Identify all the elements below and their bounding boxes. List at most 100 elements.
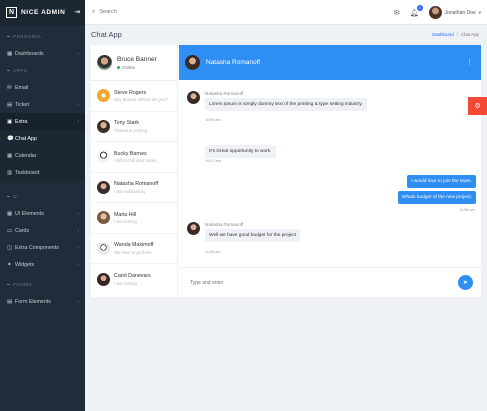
message-bubble: Well we have good budget for the project: [205, 229, 301, 242]
contact-message: I am coming: [114, 219, 137, 224]
dashboard-icon: ▦: [7, 50, 13, 57]
form-icon: ▤: [7, 298, 13, 305]
sidebar-item-label: Ticket: [15, 101, 29, 108]
bell-icon[interactable]: 🔔︎ 3: [410, 4, 423, 17]
conversation-name: Natasha Romanoff: [206, 59, 261, 66]
message-bubble: Lorem Ipsum is simply dummy text of the …: [205, 98, 367, 111]
sidebar-toggle-icon[interactable]: ⇥: [74, 8, 80, 16]
email-icon: ✉: [7, 84, 12, 91]
chevron-down-icon[interactable]: ▾: [479, 10, 481, 16]
sidebar-item-label: Chat App: [15, 135, 37, 142]
avatar: [97, 241, 110, 255]
list-item[interactable]: Carol Danevars I am coming: [91, 264, 177, 295]
chevron-right-icon: ›: [77, 298, 79, 305]
avatar[interactable]: [428, 6, 442, 19]
mail-icon[interactable]: ✉: [394, 9, 400, 17]
sidebar-item-dashboards[interactable]: ▦ Dashboards ›: [0, 45, 85, 62]
chevron-right-icon: ›: [77, 227, 79, 234]
sidebar-item-calendar[interactable]: ▦ Calendar: [0, 147, 85, 164]
nav-section-personal: PERSONAL: [0, 28, 85, 45]
user-name[interactable]: Jonathan Doe: [445, 10, 476, 16]
topbar-actions: ✉ 🔔︎ 3 Jonathan Doe ▾: [394, 4, 481, 21]
calendar-icon: ▦: [7, 152, 13, 159]
avatar: [97, 180, 110, 194]
taskboard-icon: ▥: [7, 169, 13, 176]
sidebar: N NICE ADMIN ⇥ PERSONAL ▦ Dashboards › A…: [0, 0, 85, 411]
current-user: Bruce Banner Online: [91, 45, 177, 81]
message-outgoing: Whats budget of the new project.: [397, 191, 476, 204]
chat-card: Bruce Banner Online Steve Rogers Hey Bann…: [91, 45, 481, 297]
sidebar-item-extra-components[interactable]: ◫ Extra Components ›: [0, 239, 85, 256]
list-item[interactable]: Tony Stark Thanos is coming: [91, 112, 177, 142]
list-item[interactable]: Steve Rogers Hey Banner, Where are you?: [91, 81, 177, 112]
search-icon[interactable]: ⌕: [92, 9, 95, 16]
components-icon: ◫: [7, 244, 13, 251]
message-bubble: It's Great opportunity to work.: [205, 145, 276, 158]
chat-icon: 💬: [7, 135, 14, 142]
current-user-name: Bruce Banner: [117, 55, 157, 63]
brand[interactable]: N NICE ADMIN ⇥: [0, 0, 85, 25]
message-time: 11:56 am: [205, 250, 221, 254]
breadcrumb-home-link[interactable]: Dashboard: [432, 32, 453, 37]
avatar: [97, 150, 110, 164]
contact-message: Hey Banner, Where are you?: [114, 97, 169, 102]
send-button[interactable]: ➤: [458, 275, 473, 290]
contact-name: Tony Stark: [114, 120, 140, 126]
contact-message: I am coming: [114, 280, 137, 286]
page-title: Chat App: [91, 30, 122, 39]
sidebar-item-label: Calendar: [15, 152, 37, 159]
avatar: [185, 55, 200, 70]
sidebar-item-ticket[interactable]: ▤ Ticket ›: [0, 96, 85, 113]
sidebar-item-label: Dashboards: [15, 50, 44, 57]
contact-name: Steve Rogers: [114, 89, 147, 96]
message-outgoing: I would love to join the team.: [407, 175, 476, 188]
sidebar-item-widgets[interactable]: ✦ Widgets ›: [0, 256, 85, 273]
avatar: [97, 211, 110, 225]
message-time: 10:57 am: [205, 159, 221, 163]
sidebar-item-cards[interactable]: ▭ Cards ›: [0, 222, 85, 239]
list-item[interactable]: Bucky Barnes I did not kill your family: [91, 142, 177, 173]
sidebar-item-label: UI Elements: [15, 210, 44, 217]
sidebar-item-ui-elements[interactable]: ▦ UI Elements ›: [0, 205, 85, 222]
chevron-right-icon: ›: [77, 210, 79, 217]
search-input[interactable]: [99, 9, 220, 15]
avatar: [97, 119, 110, 133]
list-item[interactable]: Natasha Romanoff I am multitasking: [91, 173, 177, 203]
message-composer: ➤: [179, 267, 481, 297]
settings-button[interactable]: ⚙: [468, 97, 487, 115]
contact-list: Bruce Banner Online Steve Rogers Hey Bann…: [91, 45, 178, 297]
sidebar-item-label: Extra: [15, 118, 28, 125]
message-incoming: Natasha Romanoff Lorem Ipsum is simply d…: [187, 91, 367, 111]
message-time: 10:56 am: [205, 118, 221, 122]
breadcrumb-current: Chat App: [460, 32, 479, 37]
nav-section-forms: FORMS: [0, 276, 85, 293]
sidebar-item-taskboard[interactable]: ▥ Taskboard: [0, 164, 85, 181]
sidebar-item-email[interactable]: ✉ Email: [0, 79, 85, 96]
send-icon: ➤: [462, 280, 469, 286]
contact-message: I did not kill your family: [114, 158, 157, 163]
list-item[interactable]: Maria Hill I am coming: [91, 203, 177, 234]
sidebar-item-label: Taskboard: [15, 169, 40, 176]
contact-name: Wanda Maximoff: [114, 242, 154, 248]
brand-name: NICE ADMIN: [21, 9, 66, 16]
sidebar-item-form-elements[interactable]: ▤ Form Elements ›: [0, 293, 85, 310]
sidebar-item-label: Form Elements: [15, 298, 51, 305]
sidebar-item-chat-app[interactable]: 💬 Chat App: [0, 130, 85, 147]
sidebar-item-label: Email: [15, 84, 29, 91]
nav-section-apps: APPS: [0, 62, 85, 79]
list-item[interactable]: Wanda Maximoff We have to go there: [91, 234, 177, 264]
chevron-right-icon: ›: [77, 101, 79, 108]
sidebar-item-extra[interactable]: ▣ Extra ›: [0, 113, 85, 130]
sidebar-item-label: Extra Components: [15, 244, 59, 251]
contact-name: Maria Hill: [114, 211, 137, 218]
message-sender: Natasha Romanoff: [205, 222, 244, 227]
breadcrumb-separator: /: [456, 32, 458, 37]
message-input[interactable]: [190, 279, 390, 286]
avatar: [187, 91, 200, 104]
conversation-header: Natasha Romanoff ⋮: [179, 45, 481, 80]
chevron-down-icon: ›: [77, 118, 79, 125]
online-dot-icon: [117, 65, 120, 69]
chevron-right-icon: ›: [77, 50, 79, 57]
more-vertical-icon[interactable]: ⋮: [466, 58, 473, 66]
chevron-right-icon: ›: [77, 244, 79, 251]
